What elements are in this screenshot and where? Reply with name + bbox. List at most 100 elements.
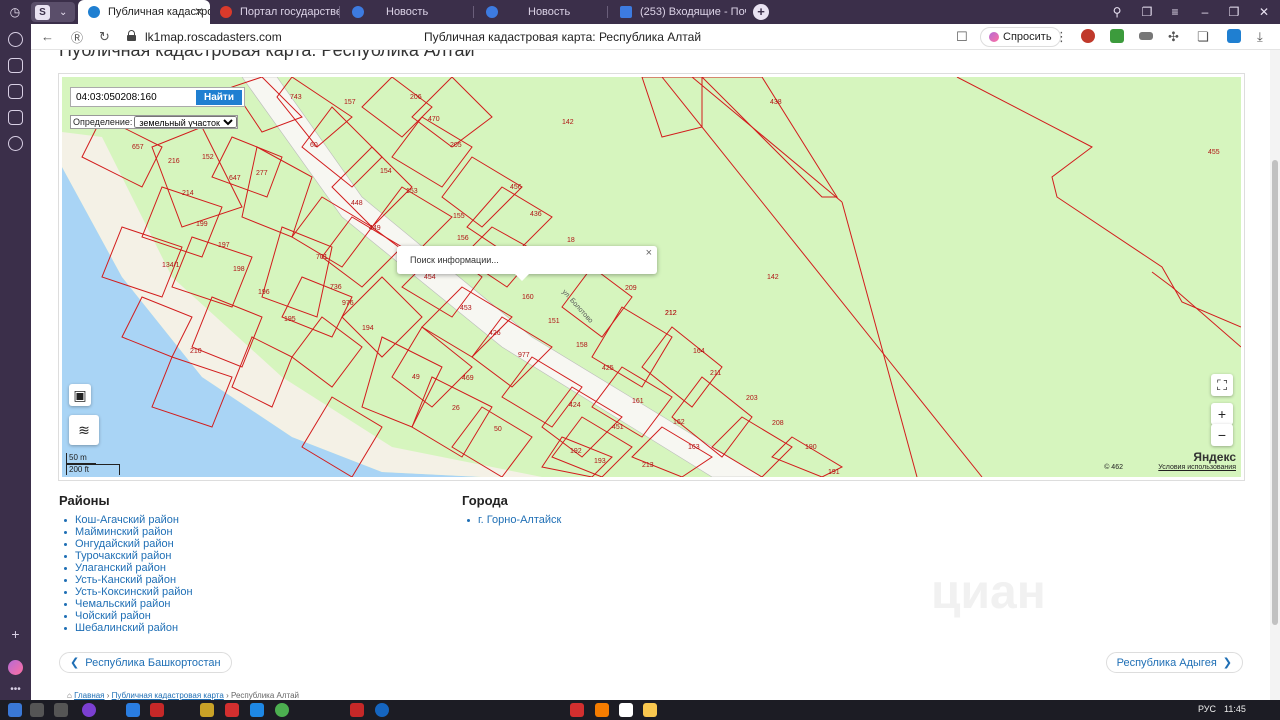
extension-icon[interactable]: [1081, 29, 1095, 43]
app-icon[interactable]: [225, 703, 239, 717]
map-copyright: © 462: [1104, 464, 1123, 471]
history-icon[interactable]: ◷: [6, 3, 24, 21]
app-icon[interactable]: [82, 703, 96, 717]
fullscreen-icon[interactable]: ⛶: [1211, 374, 1233, 396]
close-tab-icon[interactable]: ✕: [194, 5, 204, 19]
app-icon[interactable]: [350, 703, 364, 717]
extension-icon[interactable]: [1227, 29, 1241, 43]
video-icon[interactable]: [8, 136, 23, 151]
url-field[interactable]: lk1map.roscadasters.com: [145, 30, 282, 44]
yandex-browser-icon[interactable]: [619, 703, 633, 717]
tab-news-1[interactable]: Новость: [342, 0, 474, 24]
app-icon[interactable]: [200, 703, 214, 717]
folder-icon[interactable]: [643, 703, 657, 717]
layers-icon[interactable]: ≋: [69, 415, 99, 445]
parcel-number-label: 438: [770, 99, 782, 106]
parcel-number-label: 196: [258, 289, 270, 296]
yandex-logo[interactable]: Яндекс: [1193, 450, 1236, 464]
region-link[interactable]: Чемальский район: [59, 598, 193, 610]
add-panel-icon[interactable]: +: [8, 627, 23, 642]
app-icon[interactable]: [570, 703, 584, 717]
tab-title: Новость: [386, 6, 429, 18]
screenshot-icon[interactable]: [8, 110, 23, 125]
scrollbar-thumb[interactable]: [1272, 160, 1278, 625]
find-button[interactable]: Найти: [196, 90, 242, 105]
search-icon[interactable]: [30, 703, 44, 717]
more-icon[interactable]: •••: [8, 684, 23, 699]
more-vertical-icon[interactable]: ⋮: [1055, 29, 1068, 45]
tab-news-2[interactable]: Новость: [476, 0, 608, 24]
zoom-in-button[interactable]: +: [1211, 403, 1233, 425]
close-window-icon[interactable]: ✕: [1255, 3, 1273, 21]
restore-icon[interactable]: ❐: [1225, 3, 1243, 21]
breadcrumb-home[interactable]: Главная: [74, 691, 104, 700]
tab-gosuslugi[interactable]: Портал государственных: [210, 0, 340, 24]
region-link[interactable]: Майминский район: [59, 526, 193, 538]
city-link[interactable]: г. Горно-Алтайск: [462, 514, 561, 526]
region-link[interactable]: Усть-Канский район: [59, 574, 193, 586]
browser-tab-bar: ◷ S ⌄ Публичная кадастров ✕ Портал госуд…: [0, 0, 1280, 24]
puzzle-icon[interactable]: ✣: [1168, 29, 1179, 45]
app-icon[interactable]: [595, 703, 609, 717]
windows-start-icon[interactable]: [8, 703, 22, 717]
account-icon[interactable]: ⚲: [1108, 3, 1126, 21]
language-indicator[interactable]: РУС: [1198, 704, 1216, 714]
clock[interactable]: 11:45: [1224, 704, 1246, 714]
close-icon[interactable]: ×: [646, 247, 652, 259]
zoom-out-button[interactable]: −: [1211, 424, 1233, 446]
task-view-icon[interactable]: [54, 703, 68, 717]
parcel-number-label: 455: [1208, 149, 1220, 156]
ya-protect-icon[interactable]: Ⓡ: [71, 29, 83, 46]
region-link[interactable]: Кош-Агачский район: [59, 514, 193, 526]
extension-icon[interactable]: [1110, 29, 1124, 43]
alice-icon[interactable]: [8, 660, 23, 675]
reload-icon[interactable]: ↻: [99, 29, 110, 45]
parcel-boundary: [841, 201, 918, 477]
prev-region-button[interactable]: ❮ Республика Башкортостан: [59, 652, 232, 673]
ruler-icon[interactable]: ▣: [69, 384, 91, 406]
tab-cadastral-map[interactable]: Публичная кадастров ✕: [78, 0, 210, 24]
region-link[interactable]: Онгудайский район: [59, 538, 193, 550]
app-icon[interactable]: [375, 703, 389, 717]
collections-icon[interactable]: ❏: [1197, 29, 1209, 45]
cadastral-number-input[interactable]: [71, 88, 189, 106]
minimize-icon[interactable]: –: [1196, 3, 1214, 21]
definition-select[interactable]: земельный участок: [134, 116, 238, 128]
parcel-boundary: [411, 77, 493, 148]
history-icon[interactable]: [8, 32, 23, 47]
region-link[interactable]: Чойский район: [59, 610, 193, 622]
download-icon[interactable]: ⤓: [1257, 29, 1263, 45]
region-link[interactable]: Усть-Коксинский район: [59, 586, 193, 598]
region-link[interactable]: Турочакский район: [59, 550, 193, 562]
app-icon[interactable]: [150, 703, 164, 717]
new-tab-button[interactable]: +: [753, 4, 769, 20]
app-icon[interactable]: [250, 703, 264, 717]
page-scrollbar[interactable]: [1270, 50, 1280, 700]
tabs-icon[interactable]: ❐: [1138, 3, 1156, 21]
alice-icon: [989, 32, 999, 42]
parcel-boundary: [641, 77, 703, 138]
menu-icon[interactable]: ≡: [1166, 3, 1184, 21]
parcel-number-label: 163: [688, 444, 700, 451]
cadastral-search: Найти: [70, 87, 245, 107]
parcel-number-label: 451: [612, 424, 624, 431]
chrome-icon[interactable]: [275, 703, 289, 717]
parcel-boundary: [591, 306, 673, 388]
parcel-number-label: 436: [530, 211, 542, 218]
tab-mail[interactable]: (253) Входящие - Почта М: [610, 0, 746, 24]
terms-link[interactable]: Условия использования: [1158, 464, 1236, 471]
collections-icon[interactable]: [8, 84, 23, 99]
parcel-number-label: 977: [518, 352, 530, 359]
edge-icon[interactable]: [126, 703, 140, 717]
next-region-button[interactable]: Республика Адыгея ❯: [1105, 652, 1243, 673]
cadastral-map[interactable]: 743 157 206 470 142 438 657 216 152 205 455 647 277 6…: [62, 77, 1241, 477]
browser-menu-button[interactable]: S ⌄: [31, 2, 75, 22]
region-link[interactable]: Улаганский район: [59, 562, 193, 574]
tabs-panel-icon[interactable]: [8, 58, 23, 73]
region-link[interactable]: Шебалинский район: [59, 622, 193, 634]
extension-icon[interactable]: [1139, 32, 1153, 40]
bookmark-icon[interactable]: ☐: [956, 29, 968, 45]
arrow-left-icon[interactable]: ←: [41, 29, 54, 44]
ask-button[interactable]: Спросить: [980, 27, 1061, 47]
breadcrumb-map[interactable]: Публичная кадастровая карта: [112, 691, 224, 700]
